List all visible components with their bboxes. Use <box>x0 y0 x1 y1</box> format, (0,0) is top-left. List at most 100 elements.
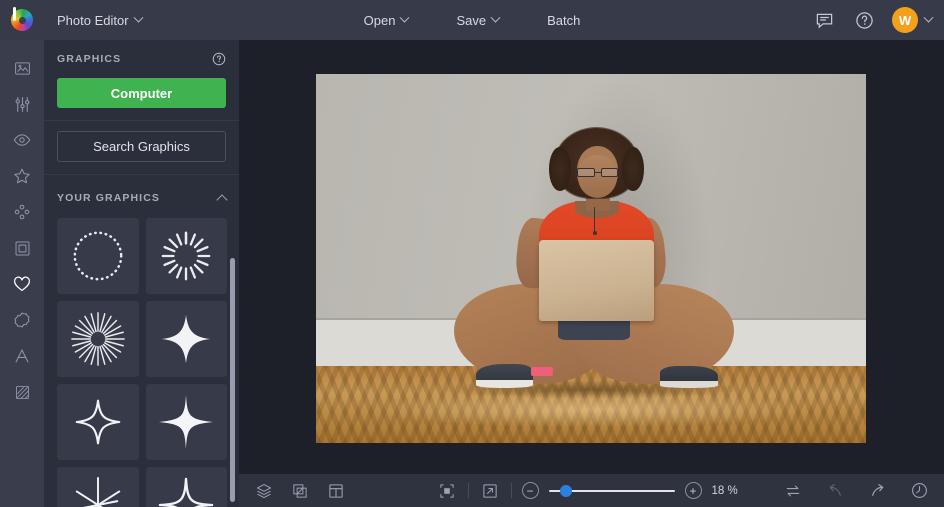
graphic-tile-four-point-diamond-outline[interactable] <box>57 384 139 460</box>
graphic-tile-sunburst-rays[interactable] <box>57 301 139 377</box>
rail-item-graphics[interactable] <box>0 266 44 302</box>
bottom-toolbar: − + 18 % <box>239 474 944 507</box>
graphics-panel: GRAPHICS Computer Search Graphics YOUR G… <box>44 40 239 507</box>
app-menu-button[interactable]: Photo Editor <box>44 6 155 34</box>
question-circle-icon <box>855 11 873 29</box>
photo-sock-accent <box>530 367 553 377</box>
chat-bubble-icon <box>816 13 832 29</box>
four-point-sparkle-graphic-icon <box>162 314 211 364</box>
eye-icon <box>13 134 31 146</box>
rail-item-photo[interactable] <box>0 50 44 86</box>
panel-divider-1 <box>44 120 239 121</box>
fit-to-screen-button[interactable] <box>436 480 458 502</box>
toolbar-separator-1 <box>467 483 469 498</box>
top-bar: Photo Editor Open Save Batch W <box>0 0 944 40</box>
your-graphics-section-header[interactable]: YOUR GRAPHICS <box>44 185 239 211</box>
panel-scrollbar-thumb[interactable] <box>230 258 235 502</box>
zoom-slider[interactable] <box>548 484 675 498</box>
rail-item-textures[interactable] <box>0 194 44 230</box>
app-logo[interactable] <box>0 0 44 40</box>
compare-swap-icon <box>786 485 800 496</box>
sunburst-rays-graphic-icon <box>70 312 125 366</box>
avatar[interactable]: W <box>892 7 918 33</box>
search-graphics-button[interactable]: Search Graphics <box>57 131 226 162</box>
feedback-button[interactable] <box>812 8 836 32</box>
layout-button[interactable] <box>325 480 347 502</box>
photo-left-shoe <box>475 363 534 388</box>
fullscreen-button[interactable] <box>479 480 501 502</box>
layers-icon <box>256 483 272 498</box>
transform-button[interactable] <box>289 480 311 502</box>
history-button[interactable] <box>908 480 930 502</box>
photo-necklace <box>592 206 597 235</box>
star-outline-icon <box>14 168 30 184</box>
search-section: Search Graphics <box>44 131 239 174</box>
save-button[interactable]: Save <box>443 6 512 34</box>
rail-item-stickers[interactable] <box>0 302 44 338</box>
panel-help-button[interactable] <box>212 52 226 66</box>
undo-arrow-icon <box>829 484 841 496</box>
badge-icon <box>14 312 30 328</box>
bottom-toolbar-right <box>782 480 930 502</box>
open-button[interactable]: Open <box>351 6 422 34</box>
graphic-tile-four-point-star-solid[interactable] <box>145 384 227 460</box>
logo-stem <box>13 7 16 21</box>
heart-icon <box>14 276 30 291</box>
starburst-ring-graphic-icon <box>161 231 211 281</box>
redo-arrow-icon <box>871 484 883 496</box>
zoom-out-button[interactable]: − <box>521 482 539 499</box>
eight-ray-asterisk-graphic-icon <box>75 476 120 507</box>
graphics-grid <box>44 211 239 507</box>
square-frame-icon <box>15 241 29 255</box>
top-bar-right-actions: W <box>812 7 934 33</box>
letter-a-icon <box>15 348 29 363</box>
chevron-down-icon <box>400 12 410 23</box>
graphic-tile-concave-four-point-star[interactable] <box>145 467 227 507</box>
batch-label: Batch <box>547 12 581 28</box>
zoom-out-label: − <box>526 483 534 498</box>
batch-button[interactable]: Batch <box>534 6 593 34</box>
computer-button[interactable]: Computer <box>57 78 226 108</box>
panel-header: GRAPHICS <box>44 40 239 78</box>
zoom-slider-handle[interactable] <box>559 484 572 497</box>
account-menu[interactable]: W <box>892 7 934 33</box>
panel-divider-2 <box>44 174 239 175</box>
photo-editor-app: Photo Editor Open Save Batch W GRAPHICS … <box>0 0 944 507</box>
chevron-up-icon <box>216 193 228 206</box>
compare-button[interactable] <box>782 480 804 502</box>
concave-four-point-star-graphic-icon <box>158 477 214 507</box>
fit-to-screen-icon <box>439 483 454 498</box>
canvas-image[interactable] <box>316 74 866 443</box>
undo-button[interactable] <box>824 480 846 502</box>
toolbar-separator-2 <box>510 483 512 498</box>
four-dots-icon <box>14 204 30 220</box>
rail-item-frames[interactable] <box>0 230 44 266</box>
rail-item-overlays[interactable] <box>0 158 44 194</box>
rail-item-pattern[interactable] <box>0 374 44 410</box>
zoom-in-button[interactable]: + <box>684 482 702 499</box>
canvas-area[interactable] <box>239 40 944 474</box>
graphic-tile-four-point-sparkle[interactable] <box>145 301 227 377</box>
computer-section: Computer <box>44 78 239 120</box>
panel-layout-icon <box>329 483 343 498</box>
panel-title: GRAPHICS <box>57 53 122 65</box>
graphic-tile-starburst-ring[interactable] <box>145 218 227 294</box>
history-clock-icon <box>911 483 927 498</box>
transform-layers-icon <box>293 483 307 498</box>
rail-item-text[interactable] <box>0 338 44 374</box>
four-point-star-solid-graphic-icon <box>159 394 214 450</box>
redo-button[interactable] <box>866 480 888 502</box>
layers-button[interactable] <box>253 480 275 502</box>
photo-laptop <box>538 240 655 322</box>
sliders-icon <box>15 96 29 112</box>
zoom-in-label: + <box>689 483 697 498</box>
chevron-down-icon <box>133 12 143 23</box>
graphic-tile-dotted-circle[interactable] <box>57 218 139 294</box>
help-button[interactable] <box>852 8 876 32</box>
rail-item-adjust[interactable] <box>0 86 44 122</box>
question-circle-icon <box>212 52 226 66</box>
save-label: Save <box>456 12 487 28</box>
avatar-initial: W <box>898 12 912 28</box>
rail-item-effects[interactable] <box>0 122 44 158</box>
graphic-tile-eight-ray-asterisk[interactable] <box>57 467 139 507</box>
